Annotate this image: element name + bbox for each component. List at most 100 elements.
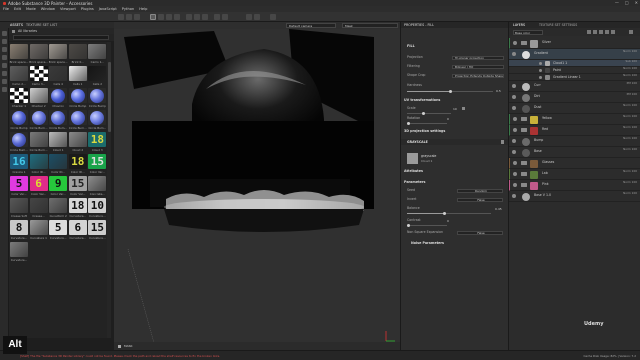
tab-layers[interactable]: LAYERS [513, 23, 525, 27]
visibility-eye-icon[interactable] [512, 52, 516, 56]
layer-blend-opacity[interactable]: Norm 100 [623, 136, 637, 141]
smudge-tool-icon[interactable] [166, 14, 172, 20]
uv-transformations-header[interactable]: UV transformations [404, 98, 440, 102]
3d-viewport[interactable]: Default camera Mask MASK [114, 22, 400, 350]
asset-item[interactable]: 15 Color Var... [87, 154, 107, 175]
hardness-knob[interactable] [448, 90, 452, 93]
asset-item[interactable]: Camo 1... [87, 44, 107, 65]
scale-slider[interactable] [407, 112, 451, 115]
menu-window[interactable]: Window [41, 7, 55, 11]
split-view-icon[interactable] [270, 14, 276, 20]
layer-folder-row[interactable]: Lab Norm 100 [509, 169, 640, 180]
asset-item[interactable]: Checker 2 [29, 88, 49, 109]
layer-row[interactable]: Base Norm 100 [509, 147, 640, 158]
asset-item[interactable]: Brick space... [9, 44, 29, 65]
maximize-button[interactable]: □ [625, 0, 629, 5]
layer-effect-row[interactable]: Gradient Linear 1 Norm 100 [509, 73, 640, 81]
layer-row[interactable]: Gradient Norm 100 [509, 49, 640, 60]
layer-blend-opacity[interactable]: Norm 100 [623, 169, 637, 174]
menu-edit[interactable]: Edit [14, 7, 21, 11]
asset-item[interactable]: Circle Bum... [87, 110, 107, 131]
asset-item[interactable]: Circle Bump [68, 88, 88, 109]
asset-item[interactable]: Circle Bum... [48, 110, 68, 131]
layer-effect-row[interactable]: Paint Norm 100 [509, 66, 640, 74]
asset-item[interactable]: Circle Bum... [29, 110, 49, 131]
layer-blend-opacity[interactable]: Norm 100 [623, 191, 637, 196]
layer-effect-row[interactable]: Cloud1 1 Sub 100 [509, 59, 640, 67]
menu-javascript[interactable]: JavaScript [99, 7, 117, 11]
menu-viewport[interactable]: Viewport [60, 7, 76, 11]
visibility-eye-icon[interactable] [513, 117, 517, 121]
asset-item[interactable]: 10 Curvature... [87, 198, 107, 219]
asset-item[interactable]: Circle Bum... [9, 132, 29, 153]
asset-item[interactable]: Cells 1 [68, 66, 88, 87]
layer-blend-opacity[interactable]: PM 100 [627, 92, 637, 97]
asset-item[interactable]: Brick space... [48, 44, 68, 65]
invert-toggle[interactable]: False [457, 197, 503, 202]
asset-item[interactable]: Color ID... [29, 154, 49, 175]
paint-tool-icon[interactable] [118, 14, 124, 20]
camera-icon[interactable] [222, 14, 228, 20]
folder-icon[interactable] [2, 31, 7, 36]
asset-item[interactable]: Curvature 1 [29, 220, 49, 241]
asset-item[interactable]: 18 Color ID... [68, 154, 88, 175]
tab-assets[interactable]: ASSETS [10, 23, 23, 27]
asset-item[interactable]: Circle Bump [9, 110, 29, 131]
layer-blend-opacity[interactable]: PM 100 [627, 81, 637, 86]
layer-blend-opacity[interactable]: Norm 100 [623, 49, 637, 54]
layer-blend-opacity[interactable]: Norm 100 [623, 180, 637, 185]
visibility-eye-icon[interactable] [539, 75, 542, 79]
asset-item[interactable]: 6 Curvature... [68, 220, 88, 241]
layer-row[interactable]: Curr PM 100 [509, 81, 640, 92]
visibility-eye-icon[interactable] [512, 84, 516, 88]
layer-blend-opacity[interactable]: Norm 100 [623, 73, 637, 78]
channel-dropdown[interactable]: Base color [513, 29, 543, 35]
menu-file[interactable]: File [3, 7, 9, 11]
layer-blend-opacity[interactable]: Norm 100 [623, 103, 637, 108]
layer-blend-opacity[interactable]: Sub 100 [625, 59, 637, 64]
link-icon[interactable] [462, 107, 465, 110]
asset-item[interactable]: Circle Bum... [29, 132, 49, 153]
visibility-eye-icon[interactable] [513, 183, 517, 187]
contrast-value[interactable]: 0 [447, 219, 449, 223]
visibility-eye-icon[interactable] [512, 194, 516, 198]
filter-icon[interactable] [2, 79, 7, 84]
asset-item[interactable]: Color ID... [48, 154, 68, 175]
layer-folder-row[interactable]: Pink Norm 100 [509, 180, 640, 191]
color-picker-icon[interactable] [186, 14, 192, 20]
star-icon[interactable] [2, 39, 7, 44]
asset-item[interactable]: 16 Crevice 1 [9, 154, 29, 175]
asset-item[interactable]: Brick space... [29, 44, 49, 65]
visibility-eye-icon[interactable] [512, 95, 516, 99]
smart-material-icon[interactable] [2, 71, 7, 76]
visibility-eye-icon[interactable] [512, 106, 516, 110]
asset-item[interactable]: 18 Cloud 3 [87, 132, 107, 153]
material-icon[interactable] [2, 47, 7, 52]
selection-tool-icon[interactable] [150, 14, 156, 20]
asset-item[interactable]: 9 Color Var... [48, 176, 68, 197]
visibility-eye-icon[interactable] [512, 150, 516, 154]
asset-item[interactable]: Cloud 2 [68, 132, 88, 153]
symmetry-icon[interactable] [214, 14, 220, 20]
hardness-slider[interactable] [407, 90, 493, 93]
balance-value[interactable]: 0.45 [495, 207, 502, 211]
layer-blend-opacity[interactable]: Norm 100 [623, 66, 637, 71]
asset-item[interactable]: 15 Curvature... [87, 220, 107, 241]
grayscale-slot[interactable]: grayscale Cloud 1 [407, 153, 503, 164]
asset-item[interactable]: Checker 1 [9, 88, 29, 109]
contrast-knob[interactable] [407, 224, 410, 227]
layer-row[interactable]: Dirt PM 100 [509, 92, 640, 103]
asset-item[interactable]: Camo 3... [29, 66, 49, 87]
layer-row[interactable]: Bump Norm 100 [509, 136, 640, 147]
scrollbar-thumb[interactable] [107, 62, 111, 132]
asset-item[interactable]: 6 Color Var... [29, 176, 49, 197]
parameters-header[interactable]: Parameters [404, 180, 425, 184]
scale-knob[interactable] [422, 112, 425, 115]
visibility-eye-icon[interactable] [513, 128, 517, 132]
menu-plugins[interactable]: Plugins [81, 7, 94, 11]
layer-blend-opacity[interactable]: Norm 100 [623, 125, 637, 130]
projection-dropdown[interactable]: Tri-planar projection [452, 55, 504, 60]
contrast-slider[interactable] [407, 224, 447, 227]
rotation-knob[interactable] [407, 122, 410, 125]
render-icon[interactable] [246, 14, 252, 20]
